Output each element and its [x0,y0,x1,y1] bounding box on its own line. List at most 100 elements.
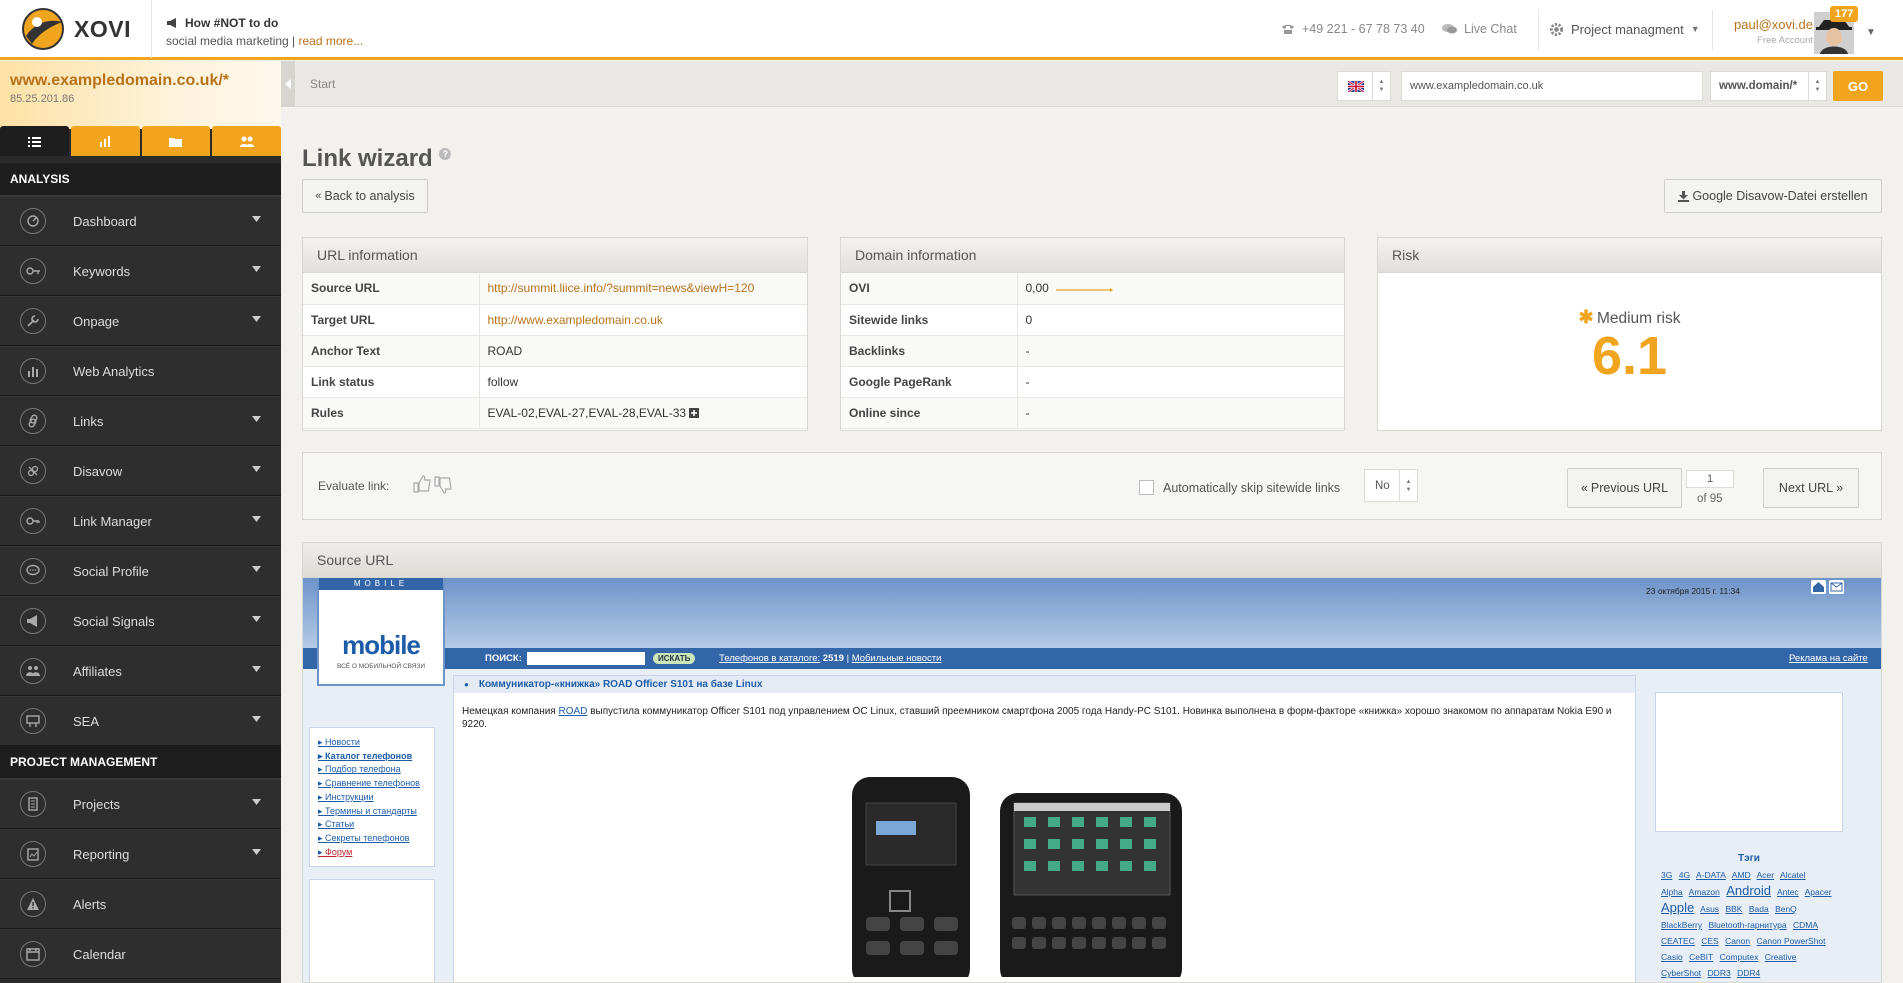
tag-link[interactable]: 4G [1679,870,1690,880]
tag-link[interactable]: Asus [1700,904,1719,914]
phone-contact[interactable]: +49 221 - 67 78 73 40 [1281,0,1425,58]
tab-users[interactable] [212,126,281,156]
sidebar-item-alerts[interactable]: Alerts [0,879,281,929]
plus-square-icon[interactable] [689,408,700,419]
sidebar-item-projects[interactable]: Projects [0,779,281,829]
wrench-icon [20,308,46,334]
site-menu-item[interactable]: Форум [318,846,426,860]
site-catalog-link[interactable]: Телефонов в каталоге: 2519 | Мобильные н… [719,653,941,664]
language-select[interactable]: ▲ ▼ [1337,71,1391,101]
sidebar-item-social-signals[interactable]: Social Signals [0,596,281,646]
sidebar-item-web-analytics[interactable]: Web Analytics [0,346,281,396]
tag-link[interactable]: CeBIT [1689,952,1713,962]
skip-sitewide-select[interactable]: No ▲ ▼ [1364,469,1418,502]
breadcrumb-start[interactable]: Start [310,77,335,91]
article-title[interactable]: Коммуникатор-«книжка» ROAD Officer S101 … [479,679,763,690]
thumbs-down-icon[interactable] [434,476,452,494]
tab-folders[interactable] [141,126,211,156]
sidebar-item-onpage[interactable]: Onpage [0,296,281,346]
article-road-link[interactable]: ROAD [559,706,588,717]
tag-link[interactable]: A-DATA [1696,870,1726,880]
help-icon[interactable]: ? [439,148,452,160]
sidebar-item-link-manager[interactable]: Link Manager [0,496,281,546]
sidebar-item-social-profile[interactable]: Social Profile [0,546,281,596]
tag-link[interactable]: CDMA [1793,920,1818,930]
tag-link[interactable]: Android [1726,883,1771,898]
sidebar-item-affiliates[interactable]: Affiliates [0,646,281,696]
tag-link[interactable]: AMD [1732,870,1751,880]
page-number-input[interactable]: 1 [1686,470,1734,488]
source-url-value[interactable]: http://summit.liice.info/?summit=news&vi… [488,281,755,295]
tag-link[interactable]: Antec [1777,887,1799,897]
next-url-button[interactable]: Next URL» [1763,468,1859,508]
site-menu-item[interactable]: Сравнение телефонов [318,777,426,791]
site-news-link[interactable]: Мобильные новости [852,653,942,664]
tag-link[interactable]: Acer [1757,870,1774,880]
live-chat-link[interactable]: Live Chat [1442,0,1517,58]
sidebar-item-sea[interactable]: SEA [0,696,281,746]
collapse-sidebar-button[interactable] [281,61,295,107]
domain-mode-select[interactable]: www.domain/* ▲ ▼ [1710,71,1827,101]
site-menu-item[interactable]: Термины и стандарты [318,805,426,819]
user-info[interactable]: paul@xovi.de Free Account [1727,17,1813,46]
tag-link[interactable]: Alcatel [1780,870,1806,880]
tag-link[interactable]: BenQ [1775,904,1797,914]
tag-link[interactable]: Casio [1661,952,1683,962]
site-menu-item[interactable]: Статьи [318,818,426,832]
tag-link[interactable]: Canon PowerShot [1757,936,1826,946]
sidebar-item-links[interactable]: Links [0,396,281,446]
tag-link[interactable]: Canon [1725,936,1750,946]
mail-icon[interactable] [1829,580,1844,594]
site-menu-item[interactable]: Новости [318,736,426,750]
tag-link[interactable]: DDR3 [1708,968,1731,978]
back-to-analysis-button[interactable]: «Back to analysis [302,179,428,213]
tag-link[interactable]: BlackBerry [1661,920,1702,930]
sidebar-item-reporting[interactable]: Reporting [0,829,281,879]
site-logo[interactable]: MOBILE mobile ВСЁ О МОБИЛЬНОЙ СВЯЗИ [317,578,445,686]
site-menu-item[interactable]: Подбор телефона [318,763,426,777]
tag-link[interactable]: Creative [1765,952,1797,962]
target-url-value[interactable]: http://www.exampledomain.co.uk [488,313,663,327]
tag-link[interactable]: Bluetooth-гарнитура [1708,920,1786,930]
tag-link[interactable]: BBK [1725,904,1742,914]
tag-link[interactable]: Apple [1661,900,1694,915]
user-menu-chevron-icon[interactable]: ▼ [1866,27,1876,38]
site-menu-item[interactable]: Секреты телефонов [318,832,426,846]
tab-list[interactable] [0,126,69,156]
sidebar-item-keywords[interactable]: Keywords [0,246,281,296]
calendar-icon [20,941,46,967]
notification-badge[interactable]: 177 [1830,6,1859,22]
sidebar-item-disavow[interactable]: Disavow [0,446,281,496]
go-button[interactable]: GO [1833,71,1883,101]
sidebar-item-calendar[interactable]: Calendar [0,929,281,979]
domain-url-input[interactable]: www.exampledomain.co.uk [1401,71,1703,101]
tag-link[interactable]: 3G [1661,870,1672,880]
tag-link[interactable]: Computex [1720,952,1759,962]
tag-link[interactable]: Alpha [1661,887,1683,897]
main-content: Start ▲ ▼ www.exampledomain.co.uk www.dom… [281,61,1903,983]
tag-link[interactable]: CEATEC [1661,936,1695,946]
site-search-button[interactable]: ИСКАТЬ [653,653,696,664]
tag-link[interactable]: Bada [1749,904,1769,914]
source-page-preview[interactable]: 23 октября 2015 г. 11:34 ПОИСК: ИСКАТЬ Т… [303,578,1881,982]
project-management-menu[interactable]: Project managment ▼ [1549,0,1700,58]
site-menu-item[interactable]: Инструкции [318,791,426,805]
tag-link[interactable]: Apacer [1805,887,1832,897]
tab-charts[interactable] [70,126,140,156]
site-search-input[interactable] [527,652,645,665]
create-disavow-file-button[interactable]: Google Disavow-Datei erstellen [1664,179,1882,213]
site-menu-item[interactable]: Каталог телефонов [318,750,426,764]
read-more-link[interactable]: read more... [299,34,364,48]
sidebar-item-dashboard[interactable]: Dashboard [0,196,281,246]
skip-sitewide-checkbox[interactable] [1139,480,1154,495]
xovi-logo[interactable]: XOVI [0,0,152,58]
thumbs-up-icon[interactable] [413,475,431,493]
tag-link[interactable]: CyberShot [1661,968,1701,978]
tag-link[interactable]: CES [1701,936,1718,946]
tag-link[interactable]: Amazon [1689,887,1720,897]
tag-link[interactable]: DDR4 [1737,968,1760,978]
home-icon[interactable] [1811,580,1826,594]
previous-url-button[interactable]: «Previous URL [1567,468,1682,508]
link-icon [20,408,46,434]
site-ads-link[interactable]: Реклама на сайте [1789,653,1868,664]
